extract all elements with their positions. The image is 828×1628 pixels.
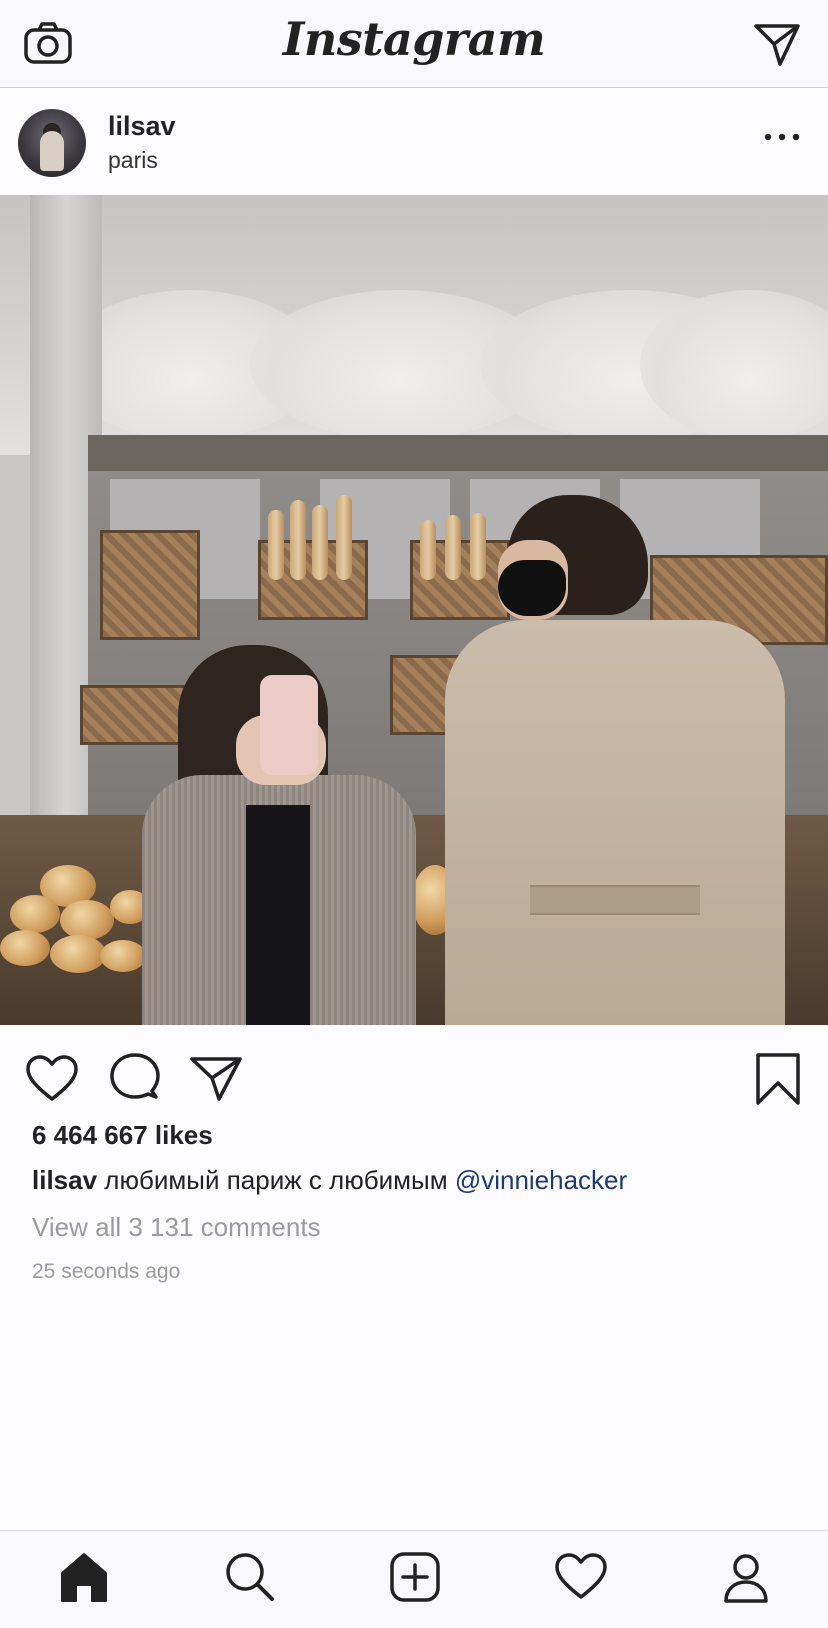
post-photo[interactable] [0, 195, 828, 1025]
direct-message-icon[interactable] [752, 20, 802, 68]
comment-icon[interactable] [106, 1051, 162, 1107]
bookmark-icon[interactable] [750, 1051, 806, 1107]
post-timestamp: 25 seconds ago [32, 1260, 181, 1283]
search-icon[interactable] [222, 1549, 278, 1605]
more-options-icon[interactable] [762, 125, 802, 149]
heart-icon[interactable] [24, 1051, 80, 1107]
top-bar: Instagram [0, 0, 828, 88]
caption-text: любимый париж с любимым [104, 1165, 448, 1195]
post-caption: lilsav любимый париж с любимым @vinnieha… [32, 1165, 812, 1196]
share-icon[interactable] [188, 1051, 244, 1107]
post-header: lilsav paris [0, 89, 828, 195]
avatar[interactable] [18, 109, 86, 177]
post-username[interactable]: lilsav [108, 111, 176, 142]
caption-username[interactable]: lilsav [32, 1165, 97, 1195]
profile-icon[interactable] [718, 1549, 774, 1605]
bottom-nav [0, 1530, 828, 1628]
add-post-icon[interactable] [387, 1549, 443, 1605]
app-logo: Instagram [282, 12, 546, 66]
home-icon[interactable] [56, 1549, 112, 1605]
post-location[interactable]: paris [108, 147, 158, 174]
likes-count[interactable]: 6 464 667 likes [32, 1120, 213, 1151]
view-all-comments-link[interactable]: View all 3 131 comments [32, 1212, 321, 1243]
activity-heart-icon[interactable] [553, 1549, 609, 1605]
post-actions [0, 1025, 828, 1135]
caption-mention[interactable]: @vinniehacker [455, 1165, 627, 1195]
